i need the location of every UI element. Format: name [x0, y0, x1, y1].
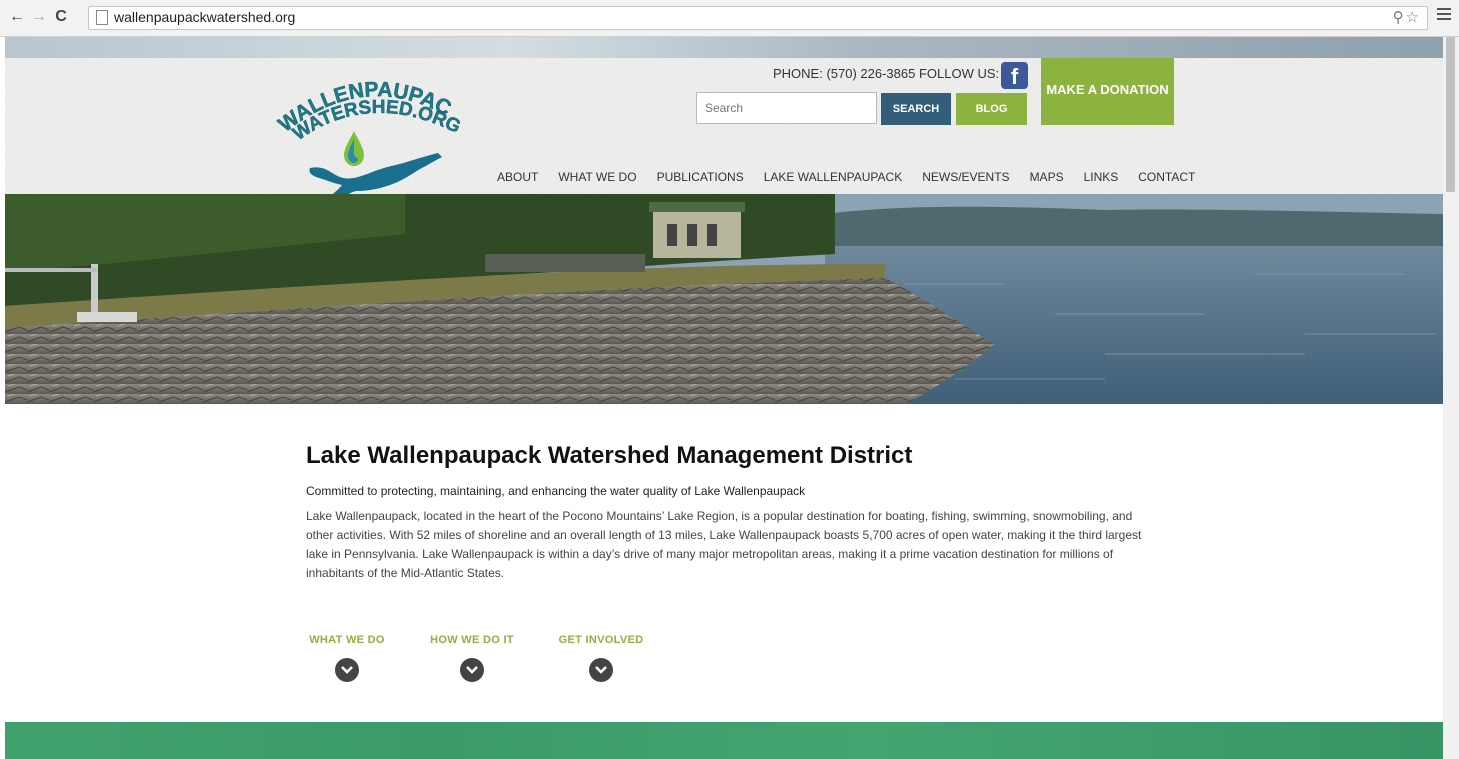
section-label: GET INVOLVED [558, 634, 644, 646]
scrollbar[interactable] [1443, 37, 1459, 759]
intro-paragraph: Lake Wallenpaupack, located in the heart… [306, 509, 1142, 580]
section-links: WHAT WE DO HOW WE DO IT GET INVOLVED [306, 634, 706, 694]
nav-news-events[interactable]: NEWS/EVENTS [922, 170, 1009, 186]
page: WALLENPAUPACK WATERSHED.ORG PHONE: (570)… [5, 37, 1443, 759]
nav-contact[interactable]: CONTACT [1138, 170, 1195, 186]
nav-links[interactable]: LINKS [1084, 170, 1119, 186]
nav-about[interactable]: ABOUT [497, 170, 538, 186]
arrow-left-icon[interactable]: ← [8, 8, 26, 26]
main-navigation: ABOUT WHAT WE DO PUBLICATIONS LAKE WALLE… [497, 170, 1195, 186]
page-icon [96, 10, 108, 25]
section-get-involved[interactable]: GET INVOLVED [556, 634, 646, 682]
menu-icon[interactable] [1437, 8, 1451, 23]
chevron-down-icon[interactable] [460, 658, 484, 682]
url-text[interactable]: wallenpaupackwatershed.org [114, 9, 295, 25]
phone-number: PHONE: (570) 226-3865 [773, 66, 916, 81]
green-band [5, 722, 1443, 759]
site-header: WALLENPAUPACK WATERSHED.ORG PHONE: (570)… [5, 58, 1443, 201]
section-label: WHAT WE DO [309, 634, 385, 646]
nav-what-we-do[interactable]: WHAT WE DO [558, 170, 636, 186]
nav-lake-wallenpaupack[interactable]: LAKE WALLENPAUPACK [764, 170, 903, 186]
follow-us-label: FOLLOW US: [918, 66, 1000, 81]
section-label: HOW WE DO IT [430, 634, 514, 646]
arrow-right-icon[interactable]: → [30, 8, 48, 26]
page-title: Lake Wallenpaupack Watershed Management … [306, 442, 913, 469]
chevron-down-icon[interactable] [589, 658, 613, 682]
address-bar[interactable]: wallenpaupackwatershed.org ⚲☆ [88, 6, 1428, 30]
blog-button[interactable]: BLOG [956, 93, 1027, 125]
hero-lake-photo [5, 194, 1443, 404]
chevron-down-icon[interactable] [335, 658, 359, 682]
tagline: Committed to protecting, maintaining, an… [306, 484, 806, 498]
nav-maps[interactable]: MAPS [1030, 170, 1064, 186]
scrollbar-thumb[interactable] [1446, 37, 1455, 192]
phone-line: PHONE: (570) 226-3865 FOLLOW US: [773, 66, 999, 81]
site-logo[interactable]: WALLENPAUPACK WATERSHED.ORG [270, 73, 485, 203]
section-how-we-do-it[interactable]: HOW WE DO IT [427, 634, 517, 682]
nav-publications[interactable]: PUBLICATIONS [657, 170, 744, 186]
intro-section: Lake Wallenpaupack Watershed Management … [306, 442, 1146, 583]
donate-button[interactable]: MAKE A DONATION [1041, 58, 1174, 125]
facebook-icon[interactable]: f [1001, 62, 1028, 89]
search-input[interactable] [696, 92, 877, 124]
reload-icon[interactable]: C [52, 8, 70, 26]
sky-strip [5, 37, 1443, 58]
zoom-star-icons[interactable]: ⚲☆ [1393, 8, 1421, 26]
search-button[interactable]: SEARCH [881, 93, 951, 125]
section-what-we-do[interactable]: WHAT WE DO [306, 634, 388, 682]
browser-toolbar: ← → C wallenpaupackwatershed.org ⚲☆ [0, 0, 1459, 37]
